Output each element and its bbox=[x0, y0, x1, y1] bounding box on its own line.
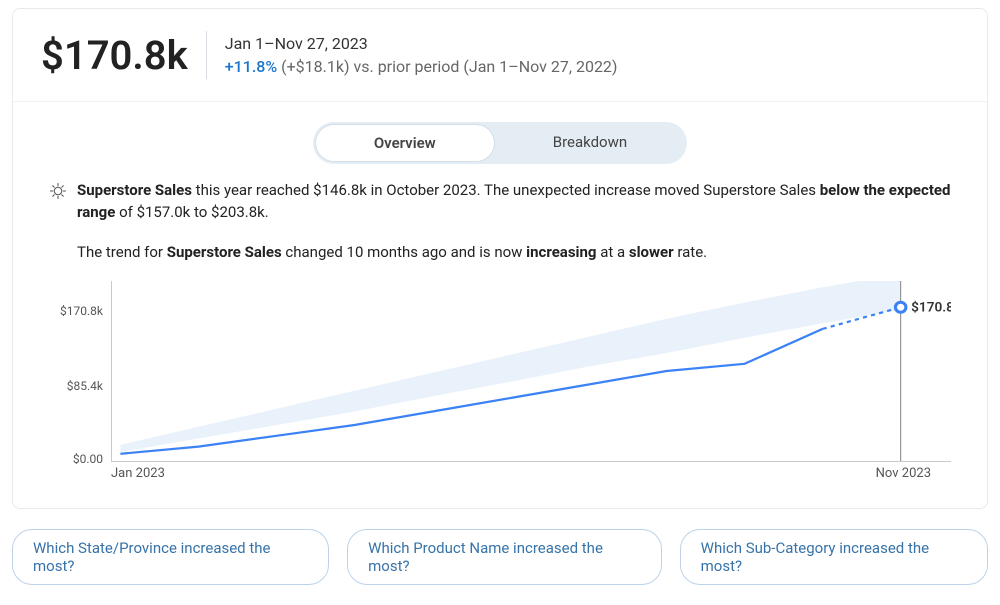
tab-switch: Overview Breakdown bbox=[313, 122, 687, 164]
insight-p2: The trend for Superstore Sales changed 1… bbox=[77, 242, 951, 264]
divider bbox=[206, 31, 207, 79]
y-tick: $85.4k bbox=[67, 379, 103, 393]
suggestion-chips: Which State/Province increased the most?… bbox=[12, 529, 988, 585]
header-meta: Jan 1–Nov 27, 2023 +11.8% (+$18.1k) vs. … bbox=[225, 34, 618, 76]
actual-line bbox=[120, 329, 822, 454]
insight-card: $170.8k Jan 1–Nov 27, 2023 +11.8% (+$18.… bbox=[12, 8, 988, 509]
insight-block: Superstore Sales this year reached $146.… bbox=[13, 178, 987, 281]
x-axis: Jan 2023 Nov 2023 bbox=[111, 462, 951, 484]
chart: $170.8k $85.4k $0.00 $170.8k Jan 2023 No… bbox=[49, 281, 951, 484]
tab-breakdown[interactable]: Breakdown bbox=[495, 124, 685, 162]
y-tick: $170.8k bbox=[60, 304, 103, 318]
comparison: +11.8% (+$18.1k) vs. prior period (Jan 1… bbox=[225, 57, 618, 76]
lightbulb-icon bbox=[49, 182, 67, 200]
chip-product[interactable]: Which Product Name increased the most? bbox=[347, 529, 662, 585]
chart-svg: $170.8k bbox=[112, 281, 951, 461]
plot-area[interactable]: $170.8k bbox=[111, 281, 951, 462]
chip-state[interactable]: Which State/Province increased the most? bbox=[12, 529, 329, 585]
chip-subcategory[interactable]: Which Sub-Category increased the most? bbox=[680, 529, 988, 585]
header: $170.8k Jan 1–Nov 27, 2023 +11.8% (+$18.… bbox=[13, 9, 987, 102]
y-tick: $0.00 bbox=[73, 452, 103, 466]
x-tick: Nov 2023 bbox=[876, 466, 931, 481]
tab-overview[interactable]: Overview bbox=[315, 124, 495, 162]
delta-text: (+$18.1k) vs. prior period (Jan 1–Nov 27… bbox=[277, 57, 617, 76]
date-range: Jan 1–Nov 27, 2023 bbox=[225, 34, 618, 53]
end-point bbox=[895, 303, 905, 313]
end-label: $170.8k bbox=[911, 301, 951, 316]
x-tick: Jan 2023 bbox=[111, 466, 165, 481]
forecast-band bbox=[120, 281, 900, 452]
tabs-container: Overview Breakdown bbox=[13, 122, 987, 164]
insight-p1: Superstore Sales this year reached $146.… bbox=[77, 180, 951, 224]
headline-value: $170.8k bbox=[41, 32, 188, 79]
insight-text: Superstore Sales this year reached $146.… bbox=[77, 180, 951, 281]
pct-change: +11.8% bbox=[225, 57, 277, 76]
